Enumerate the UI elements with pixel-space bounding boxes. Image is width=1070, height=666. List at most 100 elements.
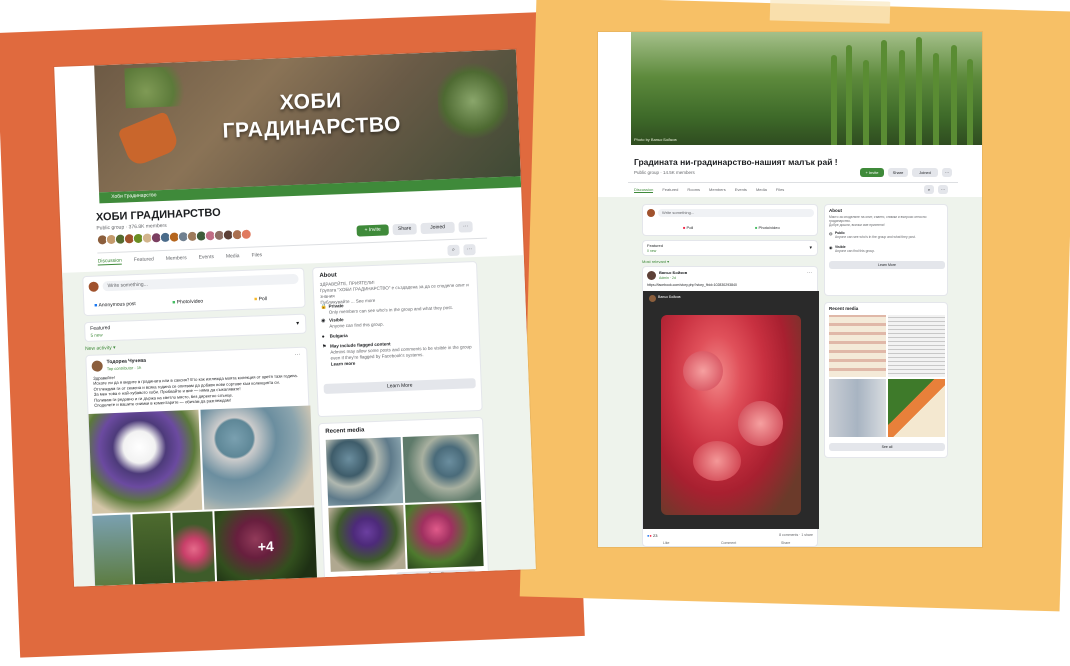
about-card: About ЗДРАВЕЙТЕ, ПРИЯТЕЛИ! Групата "ХОБИ…	[312, 260, 483, 418]
flagged-content-info: May include flagged content Admins may a…	[330, 338, 477, 368]
post-photo[interactable]	[172, 511, 216, 587]
tab-files[interactable]: Files	[776, 187, 784, 193]
recent-media-photo[interactable]	[829, 379, 886, 437]
tab-discussion[interactable]: Discussion	[634, 187, 654, 193]
group-cover-photo	[631, 32, 982, 145]
left-group-screenshot: ХОБИ ГРАДИНАРСТВО Хоби Градинарство ХОБИ…	[54, 49, 536, 587]
tab-featured[interactable]: Featured	[662, 187, 678, 193]
joined-button[interactable]: Joined	[912, 168, 938, 177]
chevron-down-icon[interactable]: ▾	[809, 245, 812, 251]
tab-rooms[interactable]: Rooms	[687, 187, 700, 193]
featured-count: 0 new	[647, 249, 657, 253]
search-icon[interactable]: ⌕	[924, 185, 934, 194]
post-author[interactable]: Ваньо Бойков	[659, 270, 687, 275]
tab-files[interactable]: Files	[251, 252, 262, 259]
options-icon[interactable]: ···	[463, 244, 476, 256]
poll-button[interactable]: ■ Poll	[254, 296, 267, 302]
shared-post-photo[interactable]: Ваньо Бойков	[643, 291, 819, 529]
group-name[interactable]: Градината ни-градинарство-нашият малък р…	[634, 157, 838, 167]
group-tabs: Discussion Featured Members Events Media…	[97, 252, 263, 266]
recent-media-photo[interactable]	[405, 501, 484, 569]
like-button[interactable]: Like	[663, 541, 669, 545]
post-options-icon[interactable]: ···	[807, 270, 812, 276]
group-cover-photo: ХОБИ ГРАДИНАРСТВО	[94, 49, 521, 193]
more-button[interactable]: ···	[458, 221, 473, 233]
recent-media-title: Recent media	[325, 427, 365, 435]
post-link[interactable]: https://facebook.com/story.php?story_fbi…	[647, 283, 737, 287]
comments-count[interactable]: 8 comments · 1 share	[779, 533, 813, 537]
member-avatars[interactable]	[96, 228, 252, 246]
recent-media-photo[interactable]	[888, 379, 945, 437]
sort-new-activity[interactable]: New activity ▾	[85, 345, 116, 352]
reactions-count[interactable]: ●● 23	[647, 533, 657, 538]
tab-featured[interactable]: Featured	[134, 256, 154, 264]
composer-input[interactable]: Write something...	[102, 273, 299, 292]
recent-media-photo[interactable]	[829, 315, 886, 377]
eye-icon: ◉	[829, 245, 833, 250]
about-card: About Място за споделяне на опит, съвети…	[824, 204, 948, 296]
featured-title: Featured	[647, 243, 664, 248]
invite-button[interactable]: + Invite	[356, 224, 389, 237]
post-photo[interactable]	[92, 514, 134, 587]
post-options-icon[interactable]: ···	[294, 352, 300, 358]
learn-more-button[interactable]: Learn More	[323, 378, 476, 394]
author-avatar[interactable]	[91, 360, 103, 372]
tab-media[interactable]: Media	[756, 187, 767, 193]
cover-title: ХОБИ ГРАДИНАРСТВО	[222, 89, 402, 143]
poll-button[interactable]: ■ Poll	[683, 225, 693, 230]
group-name[interactable]: ХОБИ ГРАДИНАРСТВО	[96, 207, 221, 224]
recent-media-photo[interactable]	[888, 315, 945, 377]
group-post: Тодорка Чучева Top contributor · 1h ··· …	[85, 346, 318, 587]
tab-discussion[interactable]: Discussion	[97, 257, 123, 266]
photo-video-button[interactable]: ■ Photo/video	[172, 299, 203, 306]
invite-button[interactable]: + Invite	[860, 168, 884, 177]
sort-most-relevant[interactable]: Most relevant ▾	[642, 259, 669, 264]
share-button[interactable]: Share	[888, 168, 908, 177]
flag-icon: ⚑	[322, 343, 327, 350]
post-meta: Top contributor · 1h	[106, 364, 142, 372]
photo-video-button[interactable]: ■ Photo/video	[755, 225, 780, 230]
group-post: Ваньо Бойков Admin · 2d ··· https://face…	[642, 266, 819, 547]
tab-members[interactable]: Members	[709, 187, 726, 193]
location: Bulgaria	[329, 332, 348, 339]
group-meta: Public group · 14.5K members	[634, 170, 695, 175]
location-pin-icon: ●	[321, 333, 325, 340]
photo-icon: ■	[755, 225, 758, 230]
recent-media-photo[interactable]	[325, 437, 404, 506]
tab-events[interactable]: Events	[735, 187, 747, 193]
post-photo[interactable]	[200, 405, 315, 510]
privacy-info: Public Anyone can see who's in the group…	[835, 231, 916, 240]
post-photo[interactable]	[132, 512, 174, 587]
search-icon[interactable]: ⌕	[447, 244, 460, 257]
user-avatar	[647, 209, 655, 217]
post-composer: Write something... ■ Anonymous post ■ Ph…	[82, 267, 306, 317]
share-post-button[interactable]: Share	[781, 541, 790, 545]
recent-media-card: Recent media	[318, 416, 490, 584]
recent-media-title: Recent media	[829, 306, 859, 311]
share-button[interactable]: Share	[392, 223, 417, 236]
right-group-screenshot: Photo by Ваньо Бойков Градината ни-гради…	[598, 32, 982, 547]
featured-section[interactable]: Featured 0 new ▾	[642, 240, 818, 256]
frame-tape	[769, 0, 891, 24]
author-avatar[interactable]	[647, 271, 656, 280]
featured-count: 5 new	[90, 332, 103, 338]
post-photo[interactable]	[88, 409, 203, 514]
tab-members[interactable]: Members	[166, 255, 187, 263]
more-button[interactable]: ···	[942, 168, 952, 177]
options-icon[interactable]: ···	[938, 185, 948, 194]
love-reaction-icon: ●	[649, 533, 652, 538]
chevron-down-icon[interactable]: ▾	[296, 320, 299, 327]
post-photo-more[interactable]: +4	[214, 507, 318, 586]
recent-media-photo[interactable]	[328, 504, 406, 572]
shared-author: Ваньо Бойков	[658, 295, 681, 299]
joined-button[interactable]: Joined	[420, 221, 455, 235]
comment-button[interactable]: Comment	[721, 541, 736, 545]
tab-events[interactable]: Events	[199, 254, 215, 262]
see-all-media-button[interactable]: See all	[829, 443, 945, 451]
recent-media-photo[interactable]	[402, 434, 482, 503]
learn-more-button[interactable]: Learn More	[829, 261, 945, 269]
composer-input[interactable]: Write something...	[658, 209, 814, 217]
anonymous-post-button[interactable]: ■ Anonymous post	[94, 301, 136, 309]
eye-icon: ◉	[321, 317, 326, 324]
tab-media[interactable]: Media	[226, 253, 240, 261]
